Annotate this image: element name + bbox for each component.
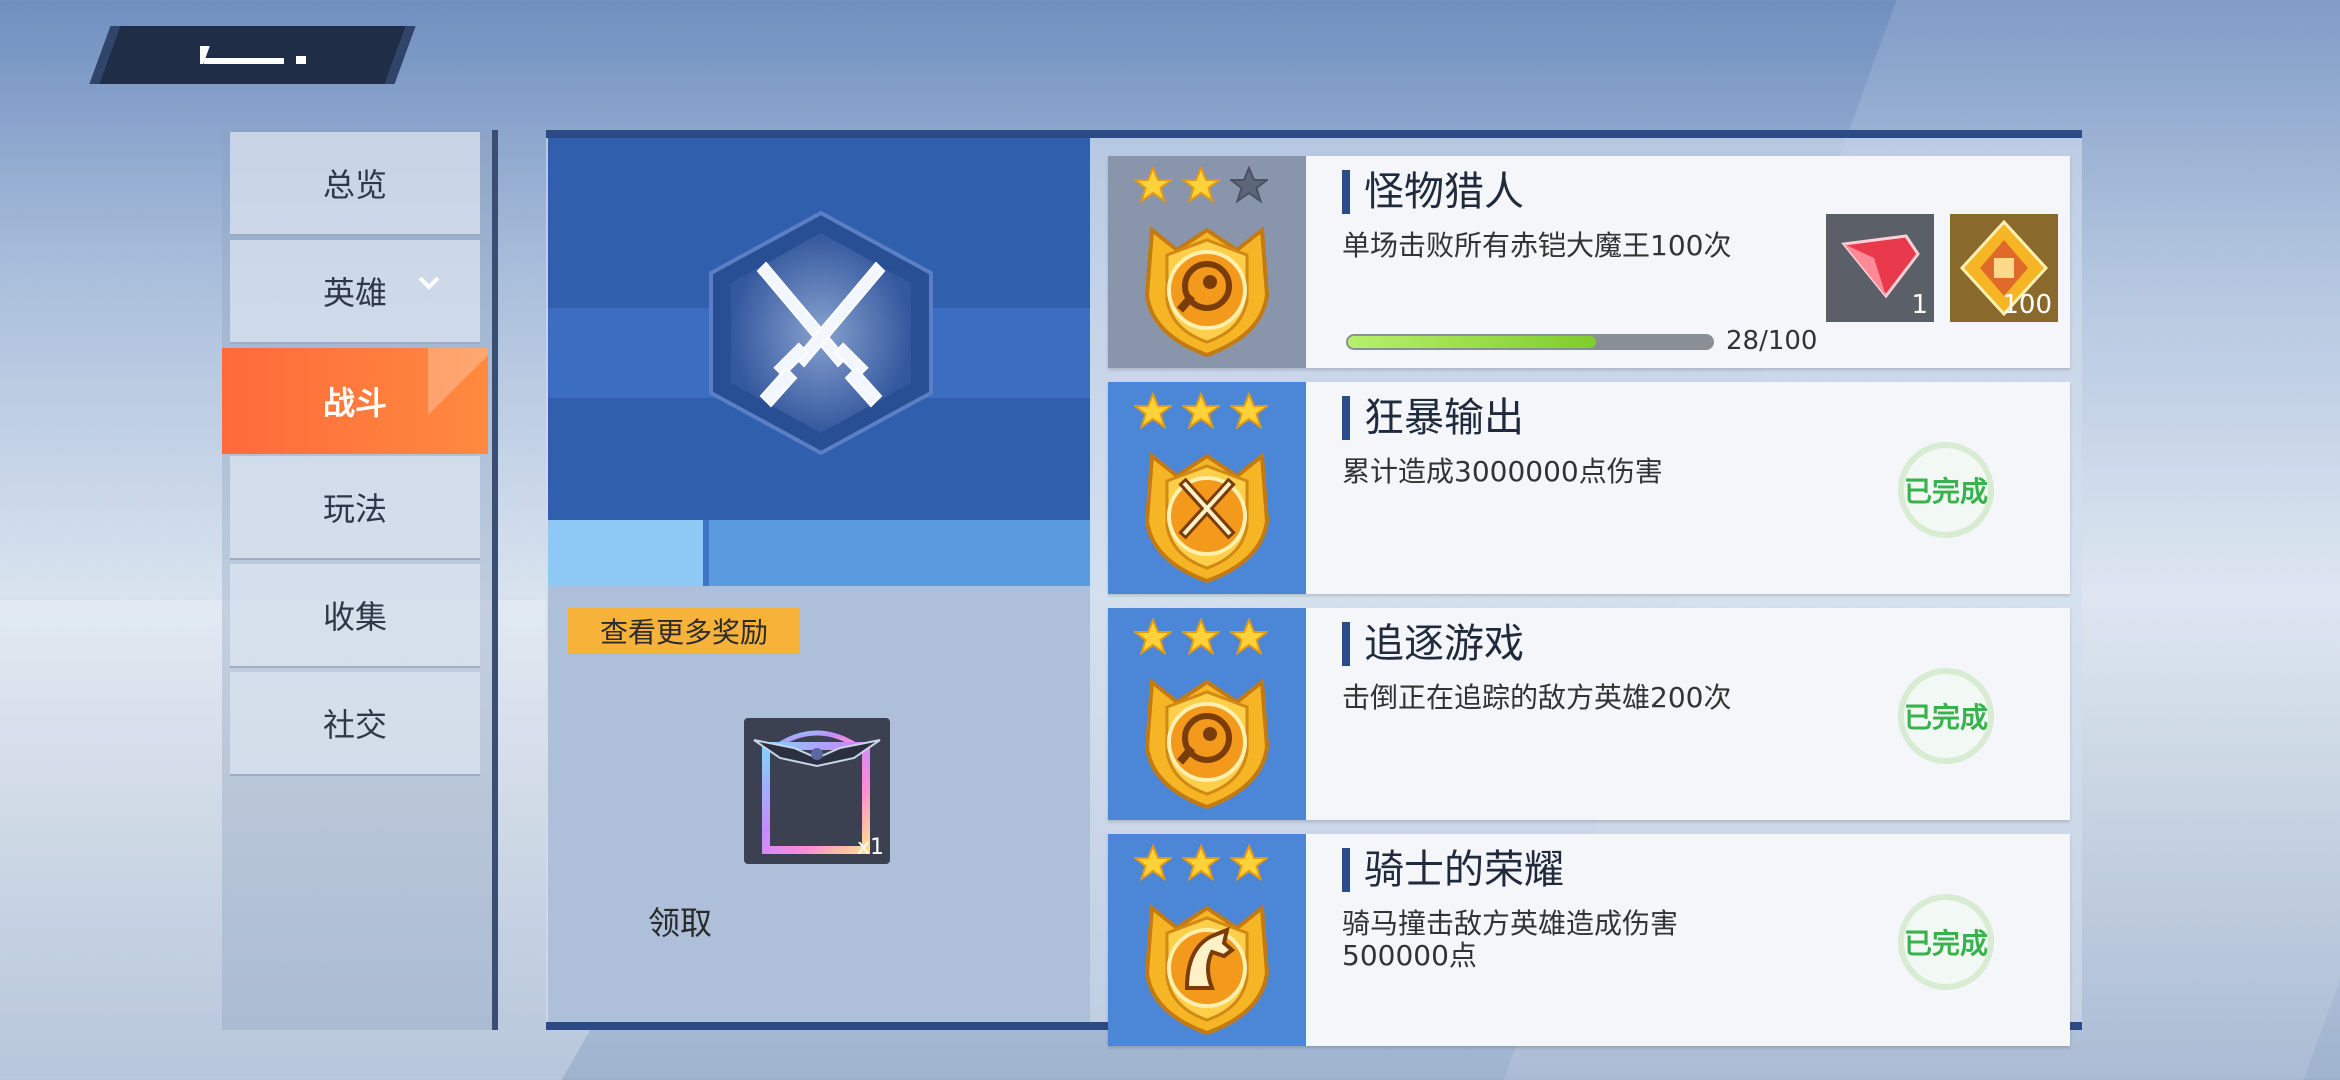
- achievement-medal-box: [1108, 608, 1306, 820]
- progress-fill: [1348, 336, 1596, 348]
- category-progress-band: [548, 520, 1090, 586]
- star-filled-icon: [1230, 844, 1268, 882]
- star-filled-icon: [1134, 618, 1172, 656]
- view-more-rewards-button[interactable]: 查看更多奖励: [568, 608, 800, 654]
- achievement-title: 狂暴输出: [1342, 396, 1524, 440]
- star-filled-icon: [1134, 844, 1172, 882]
- achievement-content: 怪物猎人单场击败所有赤铠大魔王100次 28/100 1 100: [1306, 156, 2070, 368]
- achievement-content: 追逐游戏击倒正在追踪的敌方英雄200次 已完成: [1306, 608, 2070, 820]
- completed-badge: 已完成: [1898, 442, 1994, 538]
- sidebar-item-overview[interactable]: 总览: [230, 132, 480, 236]
- achievement-row[interactable]: 狂暴输出累计造成3000000点伤害 已完成: [1108, 382, 2070, 594]
- star-rating: [1134, 618, 1268, 656]
- achievement-description: 击倒正在追踪的敌方英雄200次: [1342, 681, 1732, 714]
- achievement-title: 追逐游戏: [1342, 622, 1524, 666]
- achievement-title: 怪物猎人: [1342, 170, 1524, 214]
- crossed-swords-icon: [709, 210, 933, 456]
- star-empty-icon: [1230, 166, 1268, 204]
- horse-medal-icon: [1144, 904, 1270, 1036]
- reward-count: 100: [2002, 290, 2052, 320]
- claim-button[interactable]: 领取: [648, 898, 712, 944]
- achievement-content: 狂暴输出累计造成3000000点伤害 已完成: [1306, 382, 2070, 594]
- star-filled-icon: [1182, 166, 1220, 204]
- reward-item-slot[interactable]: x1: [744, 718, 890, 864]
- star-filled-icon: [1134, 166, 1172, 204]
- achievement-description: 累计造成3000000点伤害: [1342, 455, 1663, 488]
- achievement-description: 骑马撞击敌方英雄造成伤害 500000点: [1342, 907, 1679, 972]
- sidebar-item-label: 战斗: [322, 384, 387, 422]
- sidebar-item-label: 玩法: [322, 490, 387, 528]
- achievement-medal-box: [1108, 382, 1306, 594]
- progress-bar: [1346, 334, 1714, 350]
- sidebar-item-collection[interactable]: 收集: [230, 564, 480, 668]
- sidebar-item-gameplay[interactable]: 玩法: [230, 456, 480, 560]
- achievement-row[interactable]: 怪物猎人单场击败所有赤铠大魔王100次 28/100 1 100: [1108, 156, 2070, 368]
- sidebar-item-combat[interactable]: 战斗: [222, 348, 488, 454]
- star-rating: [1134, 166, 1268, 204]
- star-filled-icon: [1230, 618, 1268, 656]
- star-rating: [1134, 392, 1268, 430]
- sidebar-item-label: 收集: [322, 598, 387, 636]
- star-filled-icon: [1134, 392, 1172, 430]
- reward-count: x1: [856, 835, 884, 860]
- achievement-row[interactable]: 追逐游戏击倒正在追踪的敌方英雄200次 已完成: [1108, 608, 2070, 820]
- star-filled-icon: [1230, 392, 1268, 430]
- sidebar-item-heroes[interactable]: 英雄: [230, 240, 480, 344]
- back-button[interactable]: [89, 26, 416, 84]
- back-glyph-icon: [200, 46, 306, 64]
- chevron-down-icon: [416, 270, 442, 303]
- achievement-row[interactable]: 骑士的荣耀骑马撞击敌方英雄造成伤害 500000点 已完成: [1108, 834, 2070, 1046]
- achievement-content: 骑士的荣耀骑马撞击敌方英雄造成伤害 500000点 已完成: [1306, 834, 2070, 1046]
- reward-count: 1: [1911, 290, 1928, 320]
- crossed-swords-medal-icon: [1144, 452, 1270, 584]
- sidebar-item-social[interactable]: 社交: [230, 672, 480, 776]
- sidebar-item-label: 社交: [322, 706, 387, 744]
- completed-badge: 已完成: [1898, 894, 1994, 990]
- category-sidebar: 总览 英雄 战斗 玩法 收集 社交: [222, 130, 498, 1030]
- monster-hunter-medal-icon: [1144, 226, 1270, 358]
- achievement-description: 单场击败所有赤铠大魔王100次: [1342, 229, 1732, 262]
- star-filled-icon: [1182, 618, 1220, 656]
- star-filled-icon: [1182, 844, 1220, 882]
- achievement-medal-box: [1108, 156, 1306, 368]
- completed-badge: 已完成: [1898, 668, 1994, 764]
- star-rating: [1134, 844, 1268, 882]
- progress-text: 28/100: [1726, 326, 1818, 356]
- achievement-title: 骑士的荣耀: [1342, 848, 1564, 892]
- sidebar-item-label: 总览: [322, 166, 387, 204]
- reward-item[interactable]: 100: [1950, 214, 2058, 322]
- chase-game-medal-icon: [1144, 678, 1270, 810]
- achievement-medal-box: [1108, 834, 1306, 1046]
- reward-item[interactable]: 1: [1826, 214, 1934, 322]
- star-filled-icon: [1182, 392, 1220, 430]
- sidebar-item-label: 英雄: [322, 274, 387, 312]
- category-reward-panel: 查看更多奖励 x1 领取: [548, 138, 1090, 1022]
